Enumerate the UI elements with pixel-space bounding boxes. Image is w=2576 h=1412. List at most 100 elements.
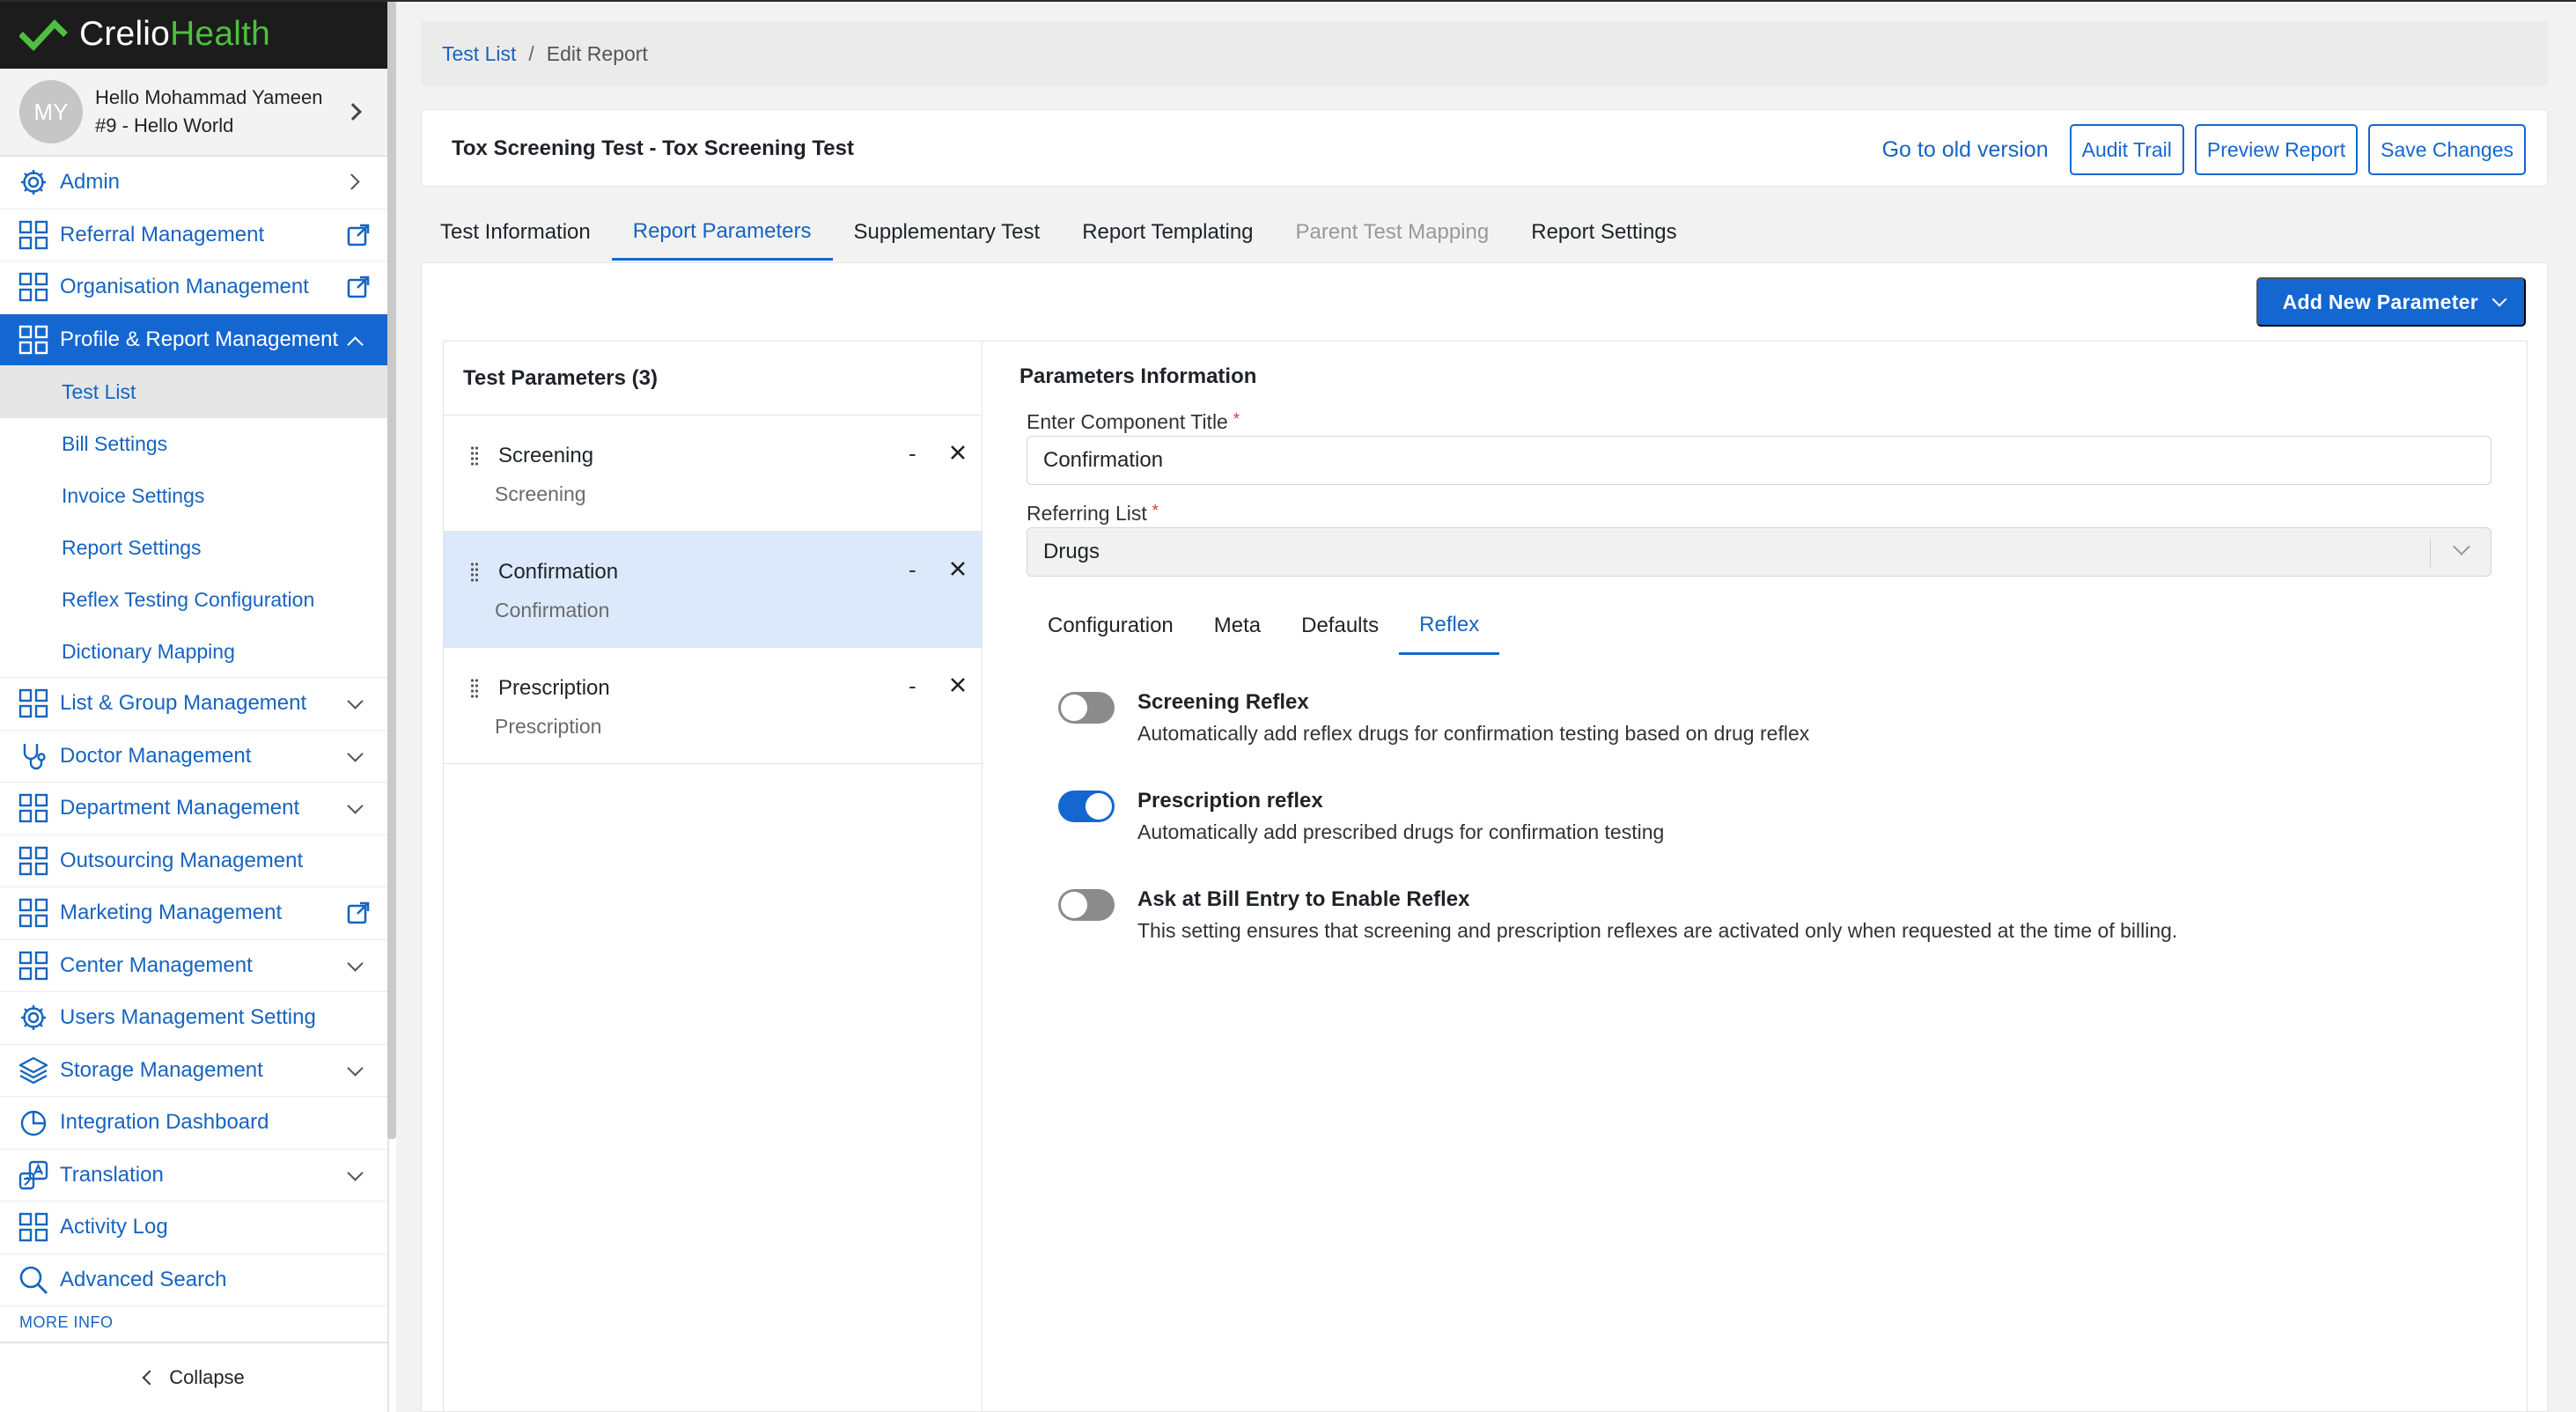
grid-icon xyxy=(18,899,48,928)
external-link-icon[interactable] xyxy=(347,224,370,246)
sidebar-item-referral-management[interactable]: Referral Management xyxy=(0,210,387,261)
setting-description: This setting ensures that screening and … xyxy=(1137,919,2178,942)
collapse-parameter-button[interactable]: - xyxy=(909,440,916,467)
sidebar-item-organisation-management[interactable]: Organisation Management xyxy=(0,261,387,314)
sidebar-subitem-invoice-settings[interactable]: Invoice Settings xyxy=(0,470,387,522)
chevron-down-icon xyxy=(2491,291,2507,307)
sidebar-item-label: Translation xyxy=(60,1162,164,1187)
tab-configuration[interactable]: Configuration xyxy=(1027,597,1194,655)
sidebar-item-label: Profile & Report Management xyxy=(60,327,339,351)
sidebar-item-label: Activity Log xyxy=(60,1215,168,1239)
sidebar-item-translation[interactable]: Translation xyxy=(0,1150,387,1202)
grid-icon xyxy=(18,325,48,354)
gear-icon xyxy=(21,170,46,195)
close-icon[interactable] xyxy=(947,674,968,695)
component-title-input[interactable]: Confirmation xyxy=(1027,436,2491,485)
tab-reflex[interactable]: Reflex xyxy=(1399,597,1500,655)
sidebar-item-advanced-search[interactable]: Advanced Search xyxy=(0,1254,387,1306)
setting-description: Automatically add reflex drugs for confi… xyxy=(1137,722,1810,745)
tab-test-information[interactable]: Test Information xyxy=(421,204,612,261)
external-link-icon[interactable] xyxy=(347,901,370,924)
sidebar-item-integration-dashboard[interactable]: Integration Dashboard xyxy=(0,1097,387,1150)
sidebar-item-marketing-management[interactable]: Marketing Management xyxy=(0,887,387,940)
parameter-row-screening[interactable]: Screening Screening - xyxy=(444,416,982,532)
search-icon xyxy=(19,1266,48,1294)
sidebar-item-label: Users Management Setting xyxy=(60,1005,316,1030)
external-link-icon[interactable] xyxy=(347,276,370,298)
grid-icon xyxy=(18,1213,48,1242)
collapse-label: Collapse xyxy=(169,1366,245,1388)
tab-report-settings[interactable]: Report Settings xyxy=(1510,204,1697,261)
drag-handle-icon[interactable] xyxy=(470,562,479,583)
sidebar-subitem-bill-settings[interactable]: Bill Settings xyxy=(0,418,387,470)
parameter-name: Confirmation xyxy=(498,560,619,584)
sidebar: CrelioHealth MY Hello Mohammad Yameen #9… xyxy=(0,0,389,1412)
main-tabs: Test Information Report Parameters Suppl… xyxy=(421,204,1698,261)
sidebar-item-department-management[interactable]: Department Management xyxy=(0,783,387,835)
preview-report-button[interactable]: Preview Report xyxy=(2194,124,2359,175)
user-profile-row[interactable]: MY Hello Mohammad Yameen #9 - Hello Worl… xyxy=(0,69,387,157)
sidebar-item-outsourcing-management[interactable]: Outsourcing Management xyxy=(0,835,387,887)
brand-name-health: Health xyxy=(170,15,270,53)
sidebar-item-admin[interactable]: Admin xyxy=(0,157,387,210)
sidebar-item-users-management-setting[interactable]: Users Management Setting xyxy=(0,992,387,1045)
tab-parent-test-mapping: Parent Test Mapping xyxy=(1295,220,1490,244)
user-info: Hello Mohammad Yameen #9 - Hello World xyxy=(95,84,322,140)
parameters-information-panel: Parameters Information Enter Component T… xyxy=(982,341,2528,1412)
setting-description: Automatically add prescribed drugs for c… xyxy=(1137,820,1665,843)
parameter-row-prescription[interactable]: Prescription Prescription - xyxy=(444,648,982,764)
add-new-parameter-button[interactable]: Add New Parameter xyxy=(2256,277,2526,327)
header-actions: Go to old version Audit Trail Preview Re… xyxy=(1882,124,2526,175)
sidebar-subitem-dictionary-mapping[interactable]: Dictionary Mapping xyxy=(0,626,387,678)
breadcrumb-test-list-link[interactable]: Test List xyxy=(442,42,516,66)
bill-entry-reflex-toggle[interactable] xyxy=(1058,889,1115,921)
referring-list-select[interactable]: Drugs xyxy=(1027,527,2491,577)
title-bar: Tox Screening Test - Tox Screening Test … xyxy=(421,109,2548,187)
collapse-parameter-button[interactable]: - xyxy=(909,556,916,584)
close-icon[interactable] xyxy=(947,442,968,463)
close-icon[interactable] xyxy=(947,558,968,579)
drag-handle-icon[interactable] xyxy=(470,678,479,699)
setting-title: Ask at Bill Entry to Enable Reflex xyxy=(1137,887,1470,911)
parameter-row-confirmation[interactable]: Confirmation Confirmation - xyxy=(444,532,982,648)
screening-reflex-toggle[interactable] xyxy=(1058,692,1115,724)
chevron-down-icon xyxy=(347,1059,364,1077)
sidebar-item-center-management[interactable]: Center Management xyxy=(0,940,387,992)
more-info-link[interactable]: MORE INFO xyxy=(19,1313,114,1332)
avatar: MY xyxy=(19,80,83,143)
sidebar-subitem-test-list[interactable]: Test List xyxy=(0,366,387,418)
sidebar-scrollbar[interactable] xyxy=(387,0,396,1139)
sidebar-item-doctor-management[interactable]: Doctor Management xyxy=(0,731,387,783)
sidebar-subitem-report-settings[interactable]: Report Settings xyxy=(0,522,387,574)
brand-logo-text[interactable]: CrelioHealth xyxy=(79,15,270,54)
referring-list-label: Referring List * xyxy=(1027,502,1159,526)
sidebar-subitem-reflex-testing-configuration[interactable]: Reflex Testing Configuration xyxy=(0,574,387,626)
sidebar-item-activity-log[interactable]: Activity Log xyxy=(0,1202,387,1254)
sidebar-item-label: Center Management xyxy=(60,952,253,977)
grid-icon xyxy=(18,846,48,875)
save-changes-button[interactable]: Save Changes xyxy=(2368,124,2526,175)
audit-trail-button[interactable]: Audit Trail xyxy=(2069,124,2184,175)
pie-icon xyxy=(20,1111,47,1136)
tab-report-parameters[interactable]: Report Parameters xyxy=(611,204,833,261)
sidebar-item-list-group-management[interactable]: List & Group Management xyxy=(0,678,387,731)
parameter-name: Prescription xyxy=(498,676,610,700)
sidebar-item-storage-management[interactable]: Storage Management xyxy=(0,1045,387,1097)
drag-handle-icon[interactable] xyxy=(470,445,479,467)
collapse-parameter-button[interactable]: - xyxy=(909,673,916,700)
collapse-button[interactable]: Collapse xyxy=(0,1342,389,1412)
go-to-old-version-link[interactable]: Go to old version xyxy=(1882,137,2049,163)
chevron-down-icon xyxy=(347,693,364,710)
sidebar-header: CrelioHealth xyxy=(0,0,387,69)
chevron-down-icon xyxy=(347,1164,364,1181)
tab-meta[interactable]: Meta xyxy=(1194,597,1281,655)
tab-supplementary-test[interactable]: Supplementary Test xyxy=(833,204,1062,261)
sidebar-item-label: Doctor Management xyxy=(60,743,252,768)
grid-icon xyxy=(18,220,48,249)
brand-name-crelio: Crelio xyxy=(79,15,171,53)
tab-report-templating[interactable]: Report Templating xyxy=(1061,204,1274,261)
toggle-knob xyxy=(1061,892,1087,918)
tab-defaults[interactable]: Defaults xyxy=(1281,597,1399,655)
sidebar-item-profile-report-management[interactable]: Profile & Report Management xyxy=(0,313,387,366)
prescription-reflex-toggle[interactable] xyxy=(1058,791,1115,822)
